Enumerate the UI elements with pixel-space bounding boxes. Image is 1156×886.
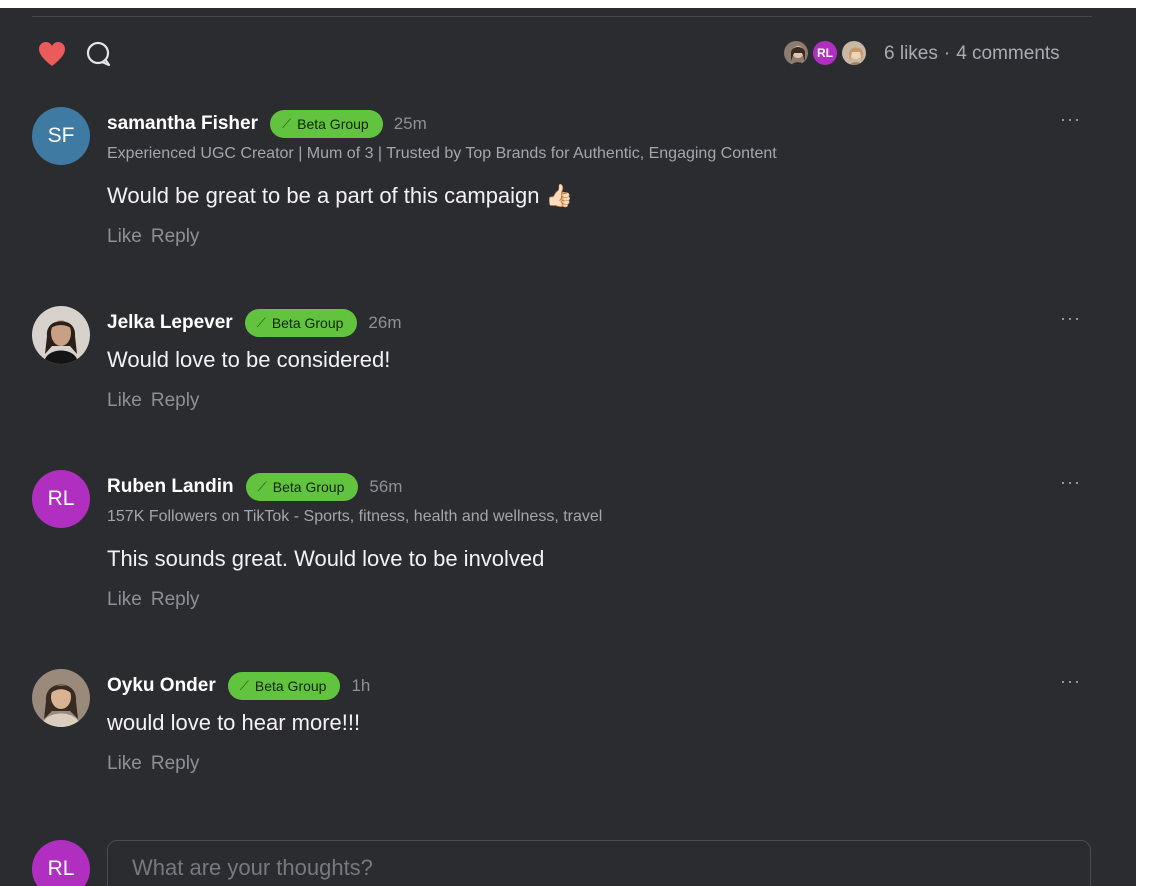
stats-separator: · <box>943 43 951 64</box>
badge-label: Beta Group <box>272 479 345 495</box>
author-name[interactable]: Ruben Landin <box>107 476 234 498</box>
avatar[interactable] <box>32 669 90 727</box>
author-name[interactable]: Oyku Onder <box>107 675 216 697</box>
liker-avatar <box>782 39 810 67</box>
avatar[interactable] <box>32 306 90 364</box>
beta-group-badge: ⟋ Beta Group <box>270 110 383 138</box>
more-options-icon[interactable]: ··· <box>1060 109 1081 130</box>
like-link[interactable]: Like <box>107 589 142 610</box>
reply-link[interactable]: Reply <box>151 226 200 247</box>
comment-actions: Like Reply <box>107 753 199 775</box>
liker-avatars[interactable]: RL <box>782 39 882 69</box>
like-link[interactable]: Like <box>107 226 142 247</box>
reply-link[interactable]: Reply <box>151 589 200 610</box>
comment-text: would love to hear more!!! <box>107 710 361 735</box>
comment-actions: Like Reply <box>107 589 199 611</box>
badge-label: Beta Group <box>271 315 344 331</box>
like-link[interactable]: Like <box>107 390 142 411</box>
comment-actions: Like Reply <box>107 390 199 412</box>
more-options-icon[interactable]: ··· <box>1060 671 1081 692</box>
comment-bubble-icon[interactable] <box>85 40 113 68</box>
comment-header: Ruben Landin ⟋ Beta Group 56m <box>107 472 402 502</box>
post-stats: 6 likes · 4 comments <box>884 41 1094 67</box>
pencil-icon: ⟋ <box>282 116 292 131</box>
liker-avatar <box>840 39 868 67</box>
comment-composer: RL <box>0 840 1136 886</box>
comment-text: Would love to be considered! <box>107 347 391 372</box>
comment-text: This sounds great. Would love to be invo… <box>107 546 545 571</box>
comment-actions: Like Reply <box>107 226 199 248</box>
comment-header: samantha Fisher ⟋ Beta Group 25m <box>107 109 427 139</box>
beta-group-badge: ⟋ Beta Group <box>244 309 358 337</box>
avatar[interactable]: RL <box>32 470 90 528</box>
more-options-icon[interactable]: ··· <box>1060 472 1081 493</box>
comment-timestamp: 1h <box>351 676 371 695</box>
author-bio: 157K Followers on TikTok - Sports, fitne… <box>107 508 603 525</box>
beta-group-badge: ⟋ Beta Group <box>245 473 359 501</box>
comment-timestamp: 25m <box>393 114 427 133</box>
post-actions-bar: RL 6 likes · 4 comments <box>0 34 1136 74</box>
reply-link[interactable]: Reply <box>151 753 200 774</box>
pencil-icon: ⟋ <box>257 479 267 494</box>
badge-label: Beta Group <box>254 678 327 694</box>
author-name[interactable]: samantha Fisher <box>107 113 258 135</box>
comment-header: Oyku Onder ⟋ Beta Group 1h <box>107 671 370 701</box>
more-options-icon[interactable]: ··· <box>1060 308 1081 329</box>
author-bio: Experienced UGC Creator | Mum of 3 | Tru… <box>107 145 777 162</box>
comments-panel: RL 6 likes · 4 comments SF samantha Fisher… <box>0 8 1136 886</box>
comment-text: Would be great to be a part of this camp… <box>107 183 574 208</box>
liker-avatar-rl: RL <box>811 39 839 67</box>
heart-icon[interactable] <box>37 40 67 68</box>
comment-input[interactable] <box>107 840 1091 886</box>
divider <box>32 16 1092 17</box>
comment-timestamp: 56m <box>369 477 403 496</box>
comments-count[interactable]: 4 comments <box>956 43 1059 64</box>
comment-header: Jelka Lepever ⟋ Beta Group 26m <box>107 308 402 338</box>
badge-label: Beta Group <box>297 116 369 132</box>
beta-group-badge: ⟋ Beta Group <box>227 672 341 700</box>
avatar[interactable]: SF <box>32 107 90 165</box>
author-name[interactable]: Jelka Lepever <box>107 312 233 334</box>
like-link[interactable]: Like <box>107 753 142 774</box>
pencil-icon: ⟋ <box>239 678 249 693</box>
comment-timestamp: 26m <box>368 313 402 332</box>
composer-avatar: RL <box>32 840 90 886</box>
pencil-icon: ⟋ <box>256 315 266 330</box>
reply-link[interactable]: Reply <box>151 390 200 411</box>
likes-count[interactable]: 6 likes <box>884 43 938 64</box>
